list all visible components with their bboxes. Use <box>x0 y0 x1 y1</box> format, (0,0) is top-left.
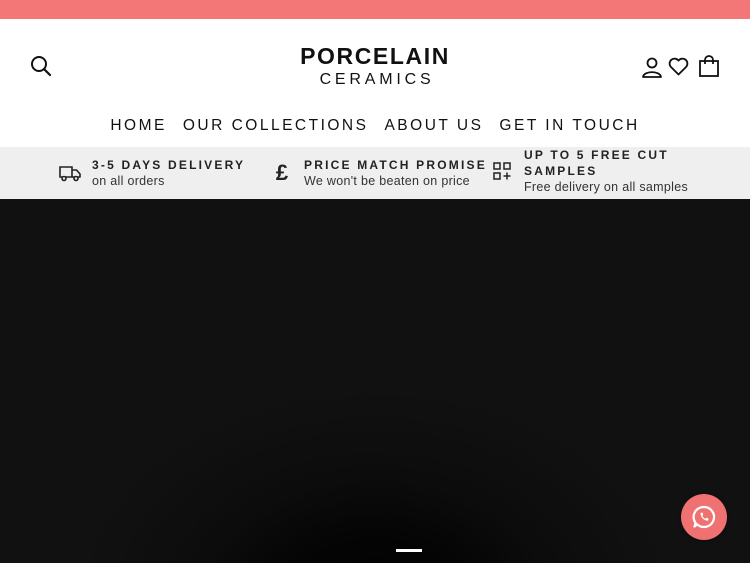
usp-delivery: 3-5 DAYS DELIVERY on all orders <box>58 147 245 199</box>
usp-bar: 3-5 DAYS DELIVERY on all orders £ PRICE … <box>0 147 750 199</box>
nav-item-home[interactable]: HOME <box>110 117 167 135</box>
usp-price-match-subtitle: We won't be beaten on price <box>304 174 470 188</box>
announcement-bar <box>0 0 750 19</box>
logo-line-porcelain: PORCELAIN <box>300 43 450 69</box>
pound-icon: £ <box>275 160 289 185</box>
whatsapp-icon <box>692 505 716 529</box>
cart-button[interactable] <box>696 53 722 79</box>
grid-plus-icon <box>490 159 514 183</box>
nav-item-get-in-touch[interactable]: GET IN TOUCH <box>499 117 639 135</box>
user-icon <box>642 57 662 78</box>
usp-price-match: £ PRICE MATCH PROMISE We won't be beaten… <box>270 147 487 199</box>
site-header: PORCELAIN CERAMICS HOME OUR COLLECTIONS … <box>0 19 750 147</box>
slider-indicator[interactable] <box>396 549 422 552</box>
usp-samples-subtitle: Free delivery on all samples <box>524 180 689 194</box>
site-logo[interactable]: PORCELAIN CERAMICS <box>0 43 750 91</box>
nav-item-our-collections[interactable]: OUR COLLECTIONS <box>183 117 369 135</box>
hero-banner <box>0 199 750 563</box>
usp-samples-title-line1: UP TO 5 FREE CUT <box>524 148 669 162</box>
usp-samples-title-line2: SAMPLES <box>524 164 598 178</box>
usp-delivery-subtitle: on all orders <box>92 174 165 188</box>
usp-samples: UP TO 5 FREE CUT SAMPLES Free delivery o… <box>490 147 688 199</box>
heart-icon <box>668 57 688 75</box>
main-navigation: HOME OUR COLLECTIONS ABOUT US GET IN TOU… <box>0 117 750 135</box>
account-button[interactable] <box>640 54 664 80</box>
wishlist-button[interactable] <box>666 54 690 78</box>
whatsapp-chat-button[interactable] <box>681 494 727 540</box>
nav-item-about-us[interactable]: ABOUT US <box>384 117 483 135</box>
logo-line-ceramics: CERAMICS <box>319 71 435 88</box>
usp-price-match-title: PRICE MATCH PROMISE <box>304 158 487 172</box>
bag-icon <box>699 55 719 77</box>
truck-icon <box>58 161 82 185</box>
usp-delivery-title: 3-5 DAYS DELIVERY <box>92 158 246 172</box>
